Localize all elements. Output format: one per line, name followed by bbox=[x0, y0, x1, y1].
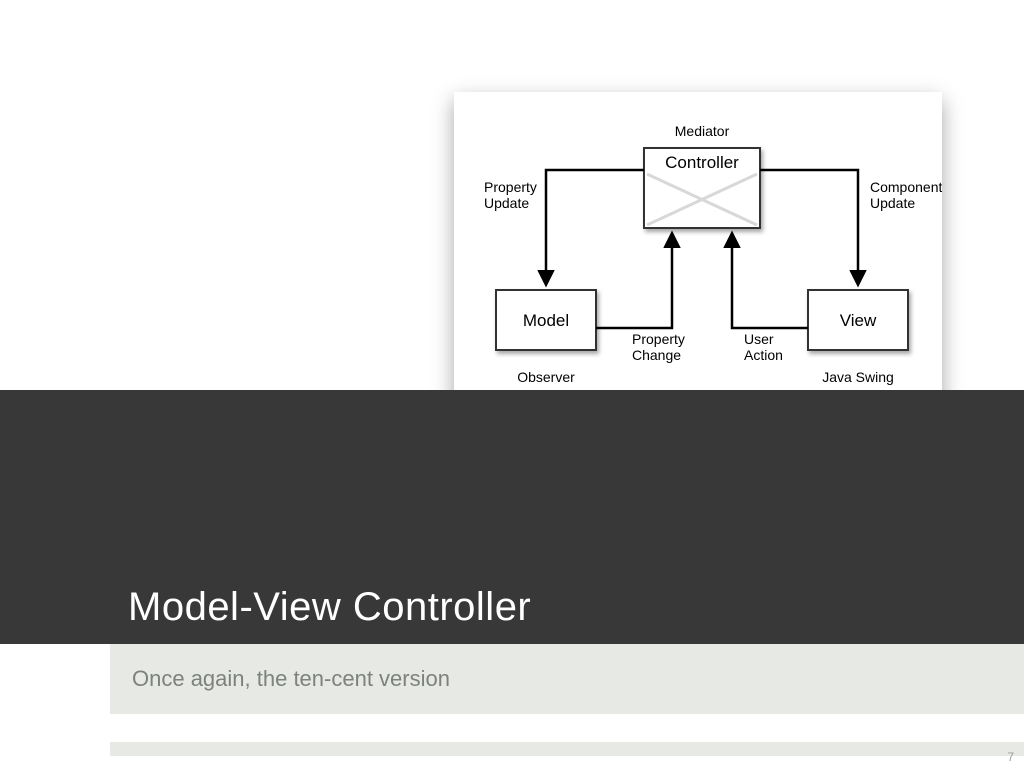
svg-text:PropertyUpdate: PropertyUpdate bbox=[484, 179, 537, 211]
slide-title: Model-View Controller bbox=[128, 585, 531, 630]
slide: Controller Mediator Model Observer View … bbox=[0, 0, 1024, 768]
title-band: Model-View Controller bbox=[0, 390, 1024, 644]
model-node: Model Observer bbox=[496, 290, 596, 385]
edge-property-update: PropertyUpdate bbox=[484, 170, 644, 284]
edge-user-action: UserAction bbox=[732, 234, 808, 363]
edge-component-update: ComponentUpdate bbox=[760, 170, 942, 284]
page-number: 7 bbox=[1007, 750, 1014, 764]
controller-label: Controller bbox=[665, 153, 739, 172]
mvc-diagram-svg: Controller Mediator Model Observer View … bbox=[454, 92, 942, 424]
model-label: Model bbox=[523, 311, 569, 330]
svg-text:ComponentUpdate: ComponentUpdate bbox=[870, 179, 942, 211]
model-role: Observer bbox=[517, 369, 575, 385]
subtitle-band: Once again, the ten-cent version bbox=[110, 644, 1024, 714]
view-node: View Java Swing bbox=[808, 290, 908, 385]
view-label: View bbox=[840, 311, 877, 330]
footer-band bbox=[110, 742, 1024, 756]
svg-text:UserAction: UserAction bbox=[744, 331, 783, 363]
slide-subtitle: Once again, the ten-cent version bbox=[132, 666, 450, 692]
mvc-diagram: Controller Mediator Model Observer View … bbox=[454, 92, 942, 424]
controller-node: Controller Mediator bbox=[644, 123, 760, 228]
controller-role: Mediator bbox=[675, 123, 730, 139]
view-role: Java Swing bbox=[822, 369, 894, 385]
edge-property-change: PropertyChange bbox=[596, 234, 685, 363]
svg-text:PropertyChange: PropertyChange bbox=[632, 331, 685, 363]
